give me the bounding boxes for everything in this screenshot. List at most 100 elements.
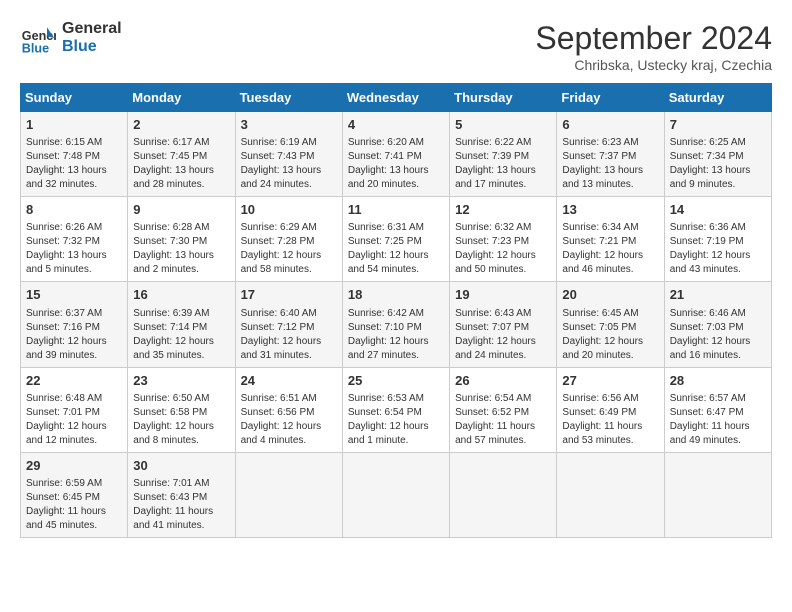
logo: General Blue General Blue [20, 20, 122, 56]
day-info: Sunrise: 6:39 AM Sunset: 7:14 PM Dayligh… [133, 307, 229, 363]
calendar-week-5: 29 Sunrise: 6:59 AM Sunset: 6:45 PM Dayli… [21, 452, 772, 537]
title-section: September 2024 Chribska, Ustecky kraj, C… [535, 20, 772, 73]
calendar-week-1: 1 Sunrise: 6:15 AM Sunset: 7:48 PM Daylig… [21, 112, 772, 197]
day-number: 15 [26, 286, 122, 304]
calendar-cell: 14 Sunrise: 6:36 AM Sunset: 7:19 PM Dayli… [664, 197, 771, 282]
day-info: Sunrise: 6:43 AM Sunset: 7:07 PM Dayligh… [455, 307, 551, 363]
day-info: Sunrise: 6:15 AM Sunset: 7:48 PM Dayligh… [26, 136, 122, 192]
day-number: 26 [455, 372, 551, 390]
day-number: 16 [133, 286, 229, 304]
day-number: 1 [26, 116, 122, 134]
calendar-cell: 17 Sunrise: 6:40 AM Sunset: 7:12 PM Dayli… [235, 282, 342, 367]
calendar-cell: 30 Sunrise: 7:01 AM Sunset: 6:43 PM Dayli… [128, 452, 235, 537]
calendar-cell: 6 Sunrise: 6:23 AM Sunset: 7:37 PM Daylig… [557, 112, 664, 197]
day-number: 11 [348, 201, 444, 219]
calendar-cell: 19 Sunrise: 6:43 AM Sunset: 7:07 PM Dayli… [450, 282, 557, 367]
calendar-cell: 23 Sunrise: 6:50 AM Sunset: 6:58 PM Dayli… [128, 367, 235, 452]
day-number: 2 [133, 116, 229, 134]
calendar-cell: 21 Sunrise: 6:46 AM Sunset: 7:03 PM Dayli… [664, 282, 771, 367]
logo-icon: General Blue [20, 20, 56, 56]
day-info: Sunrise: 6:51 AM Sunset: 6:56 PM Dayligh… [241, 392, 337, 448]
calendar-cell: 25Sunrise: 6:53 AM Sunset: 6:54 PM Dayli… [342, 367, 449, 452]
calendar-cell [664, 452, 771, 537]
day-info: Sunrise: 6:23 AM Sunset: 7:37 PM Dayligh… [562, 136, 658, 192]
day-info: Sunrise: 6:46 AM Sunset: 7:03 PM Dayligh… [670, 307, 766, 363]
day-header-wednesday: Wednesday [342, 84, 449, 112]
day-number: 30 [133, 457, 229, 475]
day-info: Sunrise: 6:50 AM Sunset: 6:58 PM Dayligh… [133, 392, 229, 448]
day-number: 17 [241, 286, 337, 304]
day-header-friday: Friday [557, 84, 664, 112]
calendar-cell: 7 Sunrise: 6:25 AM Sunset: 7:34 PM Daylig… [664, 112, 771, 197]
day-number: 29 [26, 457, 122, 475]
svg-text:Blue: Blue [22, 41, 49, 55]
day-header-sunday: Sunday [21, 84, 128, 112]
day-headers-row: SundayMondayTuesdayWednesdayThursdayFrid… [21, 84, 772, 112]
day-number: 9 [133, 201, 229, 219]
calendar-cell: 15 Sunrise: 6:37 AM Sunset: 7:16 PM Dayli… [21, 282, 128, 367]
calendar-cell: 26 Sunrise: 6:54 AM Sunset: 6:52 PM Dayli… [450, 367, 557, 452]
day-number: 23 [133, 372, 229, 390]
calendar-cell: 24 Sunrise: 6:51 AM Sunset: 6:56 PM Dayli… [235, 367, 342, 452]
day-info: Sunrise: 6:32 AM Sunset: 7:23 PM Dayligh… [455, 221, 551, 277]
calendar-cell: 5 Sunrise: 6:22 AM Sunset: 7:39 PM Daylig… [450, 112, 557, 197]
day-number: 28 [670, 372, 766, 390]
day-number: 25 [348, 372, 444, 390]
calendar-cell [235, 452, 342, 537]
calendar-cell: 8 Sunrise: 6:26 AM Sunset: 7:32 PM Daylig… [21, 197, 128, 282]
day-number: 12 [455, 201, 551, 219]
day-header-monday: Monday [128, 84, 235, 112]
day-number: 3 [241, 116, 337, 134]
day-info: Sunrise: 6:57 AM Sunset: 6:47 PM Dayligh… [670, 392, 766, 448]
day-number: 21 [670, 286, 766, 304]
day-number: 10 [241, 201, 337, 219]
day-info: Sunrise: 6:36 AM Sunset: 7:19 PM Dayligh… [670, 221, 766, 277]
day-info: Sunrise: 6:54 AM Sunset: 6:52 PM Dayligh… [455, 392, 551, 448]
day-number: 5 [455, 116, 551, 134]
calendar-cell: 18Sunrise: 6:42 AM Sunset: 7:10 PM Dayli… [342, 282, 449, 367]
day-number: 22 [26, 372, 122, 390]
day-info: Sunrise: 6:22 AM Sunset: 7:39 PM Dayligh… [455, 136, 551, 192]
day-info: Sunrise: 6:59 AM Sunset: 6:45 PM Dayligh… [26, 477, 122, 533]
day-info: Sunrise: 6:20 AM Sunset: 7:41 PM Dayligh… [348, 136, 444, 192]
day-header-thursday: Thursday [450, 84, 557, 112]
day-info: Sunrise: 6:56 AM Sunset: 6:49 PM Dayligh… [562, 392, 658, 448]
calendar-cell [450, 452, 557, 537]
day-number: 7 [670, 116, 766, 134]
calendar-cell: 12 Sunrise: 6:32 AM Sunset: 7:23 PM Dayli… [450, 197, 557, 282]
day-info: Sunrise: 6:17 AM Sunset: 7:45 PM Dayligh… [133, 136, 229, 192]
day-info: Sunrise: 7:01 AM Sunset: 6:43 PM Dayligh… [133, 477, 229, 533]
day-number: 8 [26, 201, 122, 219]
month-title: September 2024 [535, 20, 772, 57]
calendar-cell: 13Sunrise: 6:34 AM Sunset: 7:21 PM Dayli… [557, 197, 664, 282]
calendar-cell: 22 Sunrise: 6:48 AM Sunset: 7:01 PM Dayli… [21, 367, 128, 452]
day-number: 13 [562, 201, 658, 219]
calendar-cell: 20Sunrise: 6:45 AM Sunset: 7:05 PM Dayli… [557, 282, 664, 367]
logo-general: General [62, 20, 122, 38]
day-info: Sunrise: 6:28 AM Sunset: 7:30 PM Dayligh… [133, 221, 229, 277]
day-info: Sunrise: 6:26 AM Sunset: 7:32 PM Dayligh… [26, 221, 122, 277]
calendar-week-3: 15 Sunrise: 6:37 AM Sunset: 7:16 PM Dayli… [21, 282, 772, 367]
day-number: 14 [670, 201, 766, 219]
day-info: Sunrise: 6:37 AM Sunset: 7:16 PM Dayligh… [26, 307, 122, 363]
day-info: Sunrise: 6:31 AM Sunset: 7:25 PM Dayligh… [348, 221, 444, 277]
calendar-table: SundayMondayTuesdayWednesdayThursdayFrid… [20, 83, 772, 538]
day-info: Sunrise: 6:40 AM Sunset: 7:12 PM Dayligh… [241, 307, 337, 363]
day-info: Sunrise: 6:48 AM Sunset: 7:01 PM Dayligh… [26, 392, 122, 448]
day-number: 24 [241, 372, 337, 390]
day-number: 20 [562, 286, 658, 304]
day-header-saturday: Saturday [664, 84, 771, 112]
calendar-cell: 2 Sunrise: 6:17 AM Sunset: 7:45 PM Daylig… [128, 112, 235, 197]
day-header-tuesday: Tuesday [235, 84, 342, 112]
day-info: Sunrise: 6:29 AM Sunset: 7:28 PM Dayligh… [241, 221, 337, 277]
calendar-cell [557, 452, 664, 537]
day-info: Sunrise: 6:25 AM Sunset: 7:34 PM Dayligh… [670, 136, 766, 192]
day-number: 27 [562, 372, 658, 390]
calendar-cell: 9 Sunrise: 6:28 AM Sunset: 7:30 PM Daylig… [128, 197, 235, 282]
day-number: 19 [455, 286, 551, 304]
day-number: 6 [562, 116, 658, 134]
calendar-cell: 1 Sunrise: 6:15 AM Sunset: 7:48 PM Daylig… [21, 112, 128, 197]
day-number: 4 [348, 116, 444, 134]
calendar-cell: 10 Sunrise: 6:29 AM Sunset: 7:28 PM Dayli… [235, 197, 342, 282]
calendar-cell: 28 Sunrise: 6:57 AM Sunset: 6:47 PM Dayli… [664, 367, 771, 452]
